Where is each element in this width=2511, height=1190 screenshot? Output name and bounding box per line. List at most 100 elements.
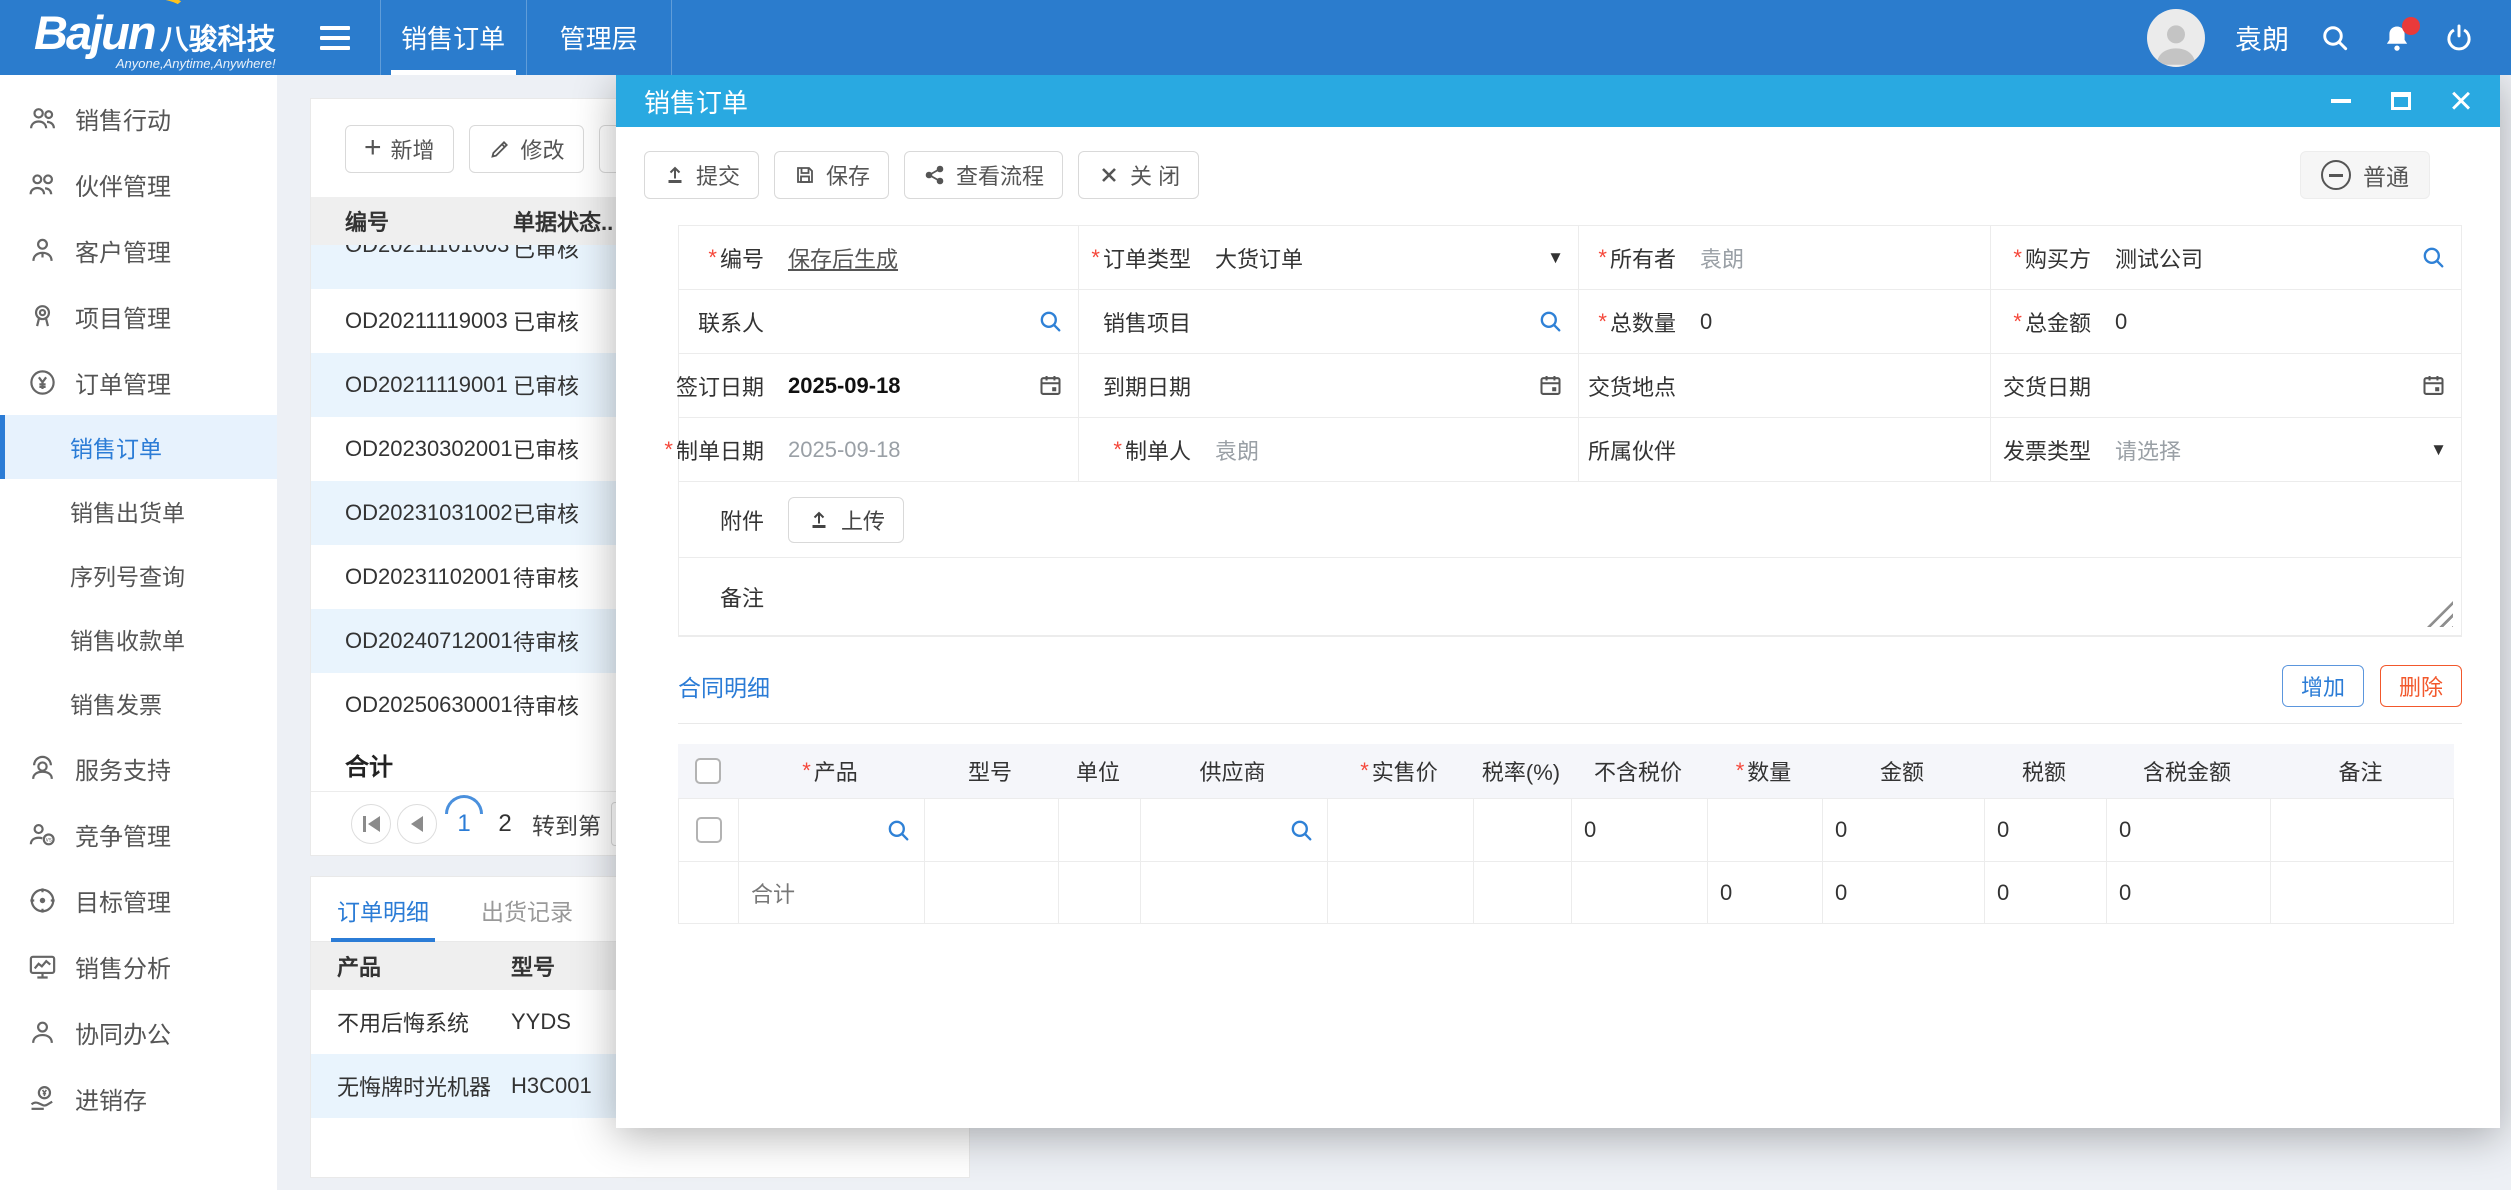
upload-button[interactable]: 上传: [788, 497, 904, 543]
column-header-unit[interactable]: 单位: [1057, 744, 1139, 798]
invoice-type-select[interactable]: 请选择 ▼: [2101, 418, 2461, 482]
sidebar-subitem-serial-query[interactable]: 序列号查询: [0, 543, 277, 607]
contact-search-button[interactable]: [1037, 308, 1064, 335]
sidebar-item-customer-management[interactable]: 客户管理: [0, 217, 277, 283]
chevron-down-icon[interactable]: ▼: [1547, 248, 1564, 268]
delivery-date-picker-button[interactable]: [2420, 372, 2447, 399]
model-cell[interactable]: [924, 799, 1058, 861]
notifications-button[interactable]: [2381, 22, 2413, 54]
column-header-no-tax-price[interactable]: 不含税价: [1570, 744, 1706, 798]
total-qty-field[interactable]: 0: [1686, 290, 1991, 354]
add-line-button[interactable]: 增加: [2282, 665, 2364, 707]
search-icon[interactable]: [1288, 817, 1315, 844]
sidebar-item-sales-analysis[interactable]: 销售分析: [0, 933, 277, 999]
maximize-button[interactable]: [2388, 88, 2414, 114]
sidebar-item-order-management[interactable]: 订单管理: [0, 349, 277, 415]
sidebar-item-competition-management[interactable]: vs 竞争管理: [0, 801, 277, 867]
menu-toggle-icon[interactable]: [320, 26, 350, 50]
row-select-cell[interactable]: [679, 799, 738, 861]
column-header-product[interactable]: 产品: [311, 950, 511, 982]
column-header-tax-rate[interactable]: 税率(%): [1472, 744, 1570, 798]
column-header-id[interactable]: 编号: [311, 205, 513, 237]
buyer-search-button[interactable]: [2420, 244, 2447, 271]
close-button[interactable]: ×: [2448, 88, 2474, 114]
column-header-amount[interactable]: 金额: [1821, 744, 1983, 798]
sidebar-item-project-management[interactable]: 项目管理: [0, 283, 277, 349]
submit-button[interactable]: 提交: [644, 151, 759, 199]
sidebar-subitem-sales-order[interactable]: 销售订单: [0, 415, 277, 479]
sidebar-item-partner-management[interactable]: 伙伴管理: [0, 151, 277, 217]
prev-page-button[interactable]: [397, 804, 437, 844]
sidebar-item-target-management[interactable]: 目标管理: [0, 867, 277, 933]
minimize-button[interactable]: [2328, 88, 2354, 114]
search-icon[interactable]: [885, 817, 912, 844]
column-header-actual-price[interactable]: * 实售价: [1326, 744, 1472, 798]
tab-shipment-records[interactable]: 出货记录: [481, 893, 573, 941]
total-amount-field[interactable]: 0: [2101, 290, 2461, 354]
tax-amount-cell[interactable]: 0: [1984, 799, 2106, 861]
column-header-with-tax-amount[interactable]: 含税金额: [2105, 744, 2269, 798]
header-tab-management[interactable]: 管理层: [526, 0, 672, 75]
supplier-cell[interactable]: [1140, 799, 1327, 861]
add-button[interactable]: + 新增: [345, 125, 454, 173]
sidebar-subitem-sales-invoice[interactable]: 销售发票: [0, 671, 277, 735]
creator-field[interactable]: 袁朗: [1201, 418, 1579, 482]
column-header-model[interactable]: 型号: [923, 744, 1057, 798]
column-header-supplier[interactable]: 供应商: [1139, 744, 1326, 798]
first-page-button[interactable]: [351, 804, 391, 844]
contract-detail-link[interactable]: 合同明细: [678, 669, 770, 703]
priority-button[interactable]: 普通: [2300, 151, 2430, 199]
delete-line-button[interactable]: 删除: [2380, 665, 2462, 707]
select-all-header[interactable]: [678, 744, 737, 798]
contact-field[interactable]: [774, 290, 1079, 354]
sidebar-subitem-sales-receipt[interactable]: 销售收款单: [0, 607, 277, 671]
sidebar-item-inventory[interactable]: 进销存: [0, 1065, 277, 1131]
sidebar-item-service-support[interactable]: 服务支持: [0, 735, 277, 801]
close-form-button[interactable]: 关 闭: [1078, 151, 1199, 199]
due-date-field[interactable]: [1201, 354, 1579, 418]
create-date-field[interactable]: 2025-09-18: [774, 418, 1079, 482]
unit-cell[interactable]: [1058, 799, 1140, 861]
column-header-product[interactable]: * 产品: [737, 744, 923, 798]
sidebar-subitem-sales-shipment[interactable]: 销售出货单: [0, 479, 277, 543]
search-icon[interactable]: [2319, 22, 2351, 54]
edit-button[interactable]: 修改: [469, 125, 584, 173]
avatar[interactable]: [2147, 9, 2205, 67]
qty-cell[interactable]: [1707, 799, 1822, 861]
view-flow-button[interactable]: 查看流程: [904, 151, 1063, 199]
actual-price-cell[interactable]: [1327, 799, 1473, 861]
page-number-1[interactable]: 1: [450, 810, 478, 838]
column-header-remark[interactable]: 备注: [2269, 744, 2452, 798]
no-tax-price-cell[interactable]: 0: [1571, 799, 1707, 861]
save-button[interactable]: 保存: [774, 151, 889, 199]
product-cell[interactable]: [738, 799, 924, 861]
select-all-checkbox[interactable]: [695, 758, 721, 784]
sales-project-search-button[interactable]: [1537, 308, 1564, 335]
remark-textarea[interactable]: [774, 558, 2461, 636]
partner-field[interactable]: [1686, 418, 1991, 482]
due-date-picker-button[interactable]: [1537, 372, 1564, 399]
remark-cell[interactable]: [2270, 799, 2453, 861]
sidebar-item-collaboration[interactable]: 协同办公: [0, 999, 277, 1065]
order-no-field[interactable]: 保存后生成: [774, 226, 1079, 290]
sidebar-item-sales-action[interactable]: 销售行动: [0, 85, 277, 151]
delivery-place-field[interactable]: [1686, 354, 1991, 418]
buyer-field[interactable]: 测试公司: [2101, 226, 2461, 290]
with-tax-amount-cell[interactable]: 0: [2106, 799, 2270, 861]
sign-date-field[interactable]: 2025-09-18: [774, 354, 1079, 418]
tax-rate-cell[interactable]: [1473, 799, 1571, 861]
amount-cell[interactable]: 0: [1822, 799, 1984, 861]
owner-field[interactable]: 袁朗: [1686, 226, 1991, 290]
chevron-down-icon[interactable]: ▼: [2430, 440, 2447, 460]
delivery-date-field[interactable]: [2101, 354, 2461, 418]
page-number-2[interactable]: 2: [491, 810, 519, 838]
sales-project-field[interactable]: [1201, 290, 1579, 354]
column-header-tax-amount[interactable]: 税额: [1983, 744, 2105, 798]
tab-order-details[interactable]: 订单明细: [337, 893, 429, 941]
order-type-select[interactable]: 大货订单 ▼: [1201, 226, 1579, 290]
header-tab-sales-order[interactable]: 销售订单: [380, 0, 526, 75]
power-icon[interactable]: [2443, 22, 2475, 54]
resize-grip-icon[interactable]: [2427, 601, 2453, 627]
user-name[interactable]: 袁朗: [2235, 18, 2289, 57]
row-checkbox[interactable]: [696, 817, 722, 843]
